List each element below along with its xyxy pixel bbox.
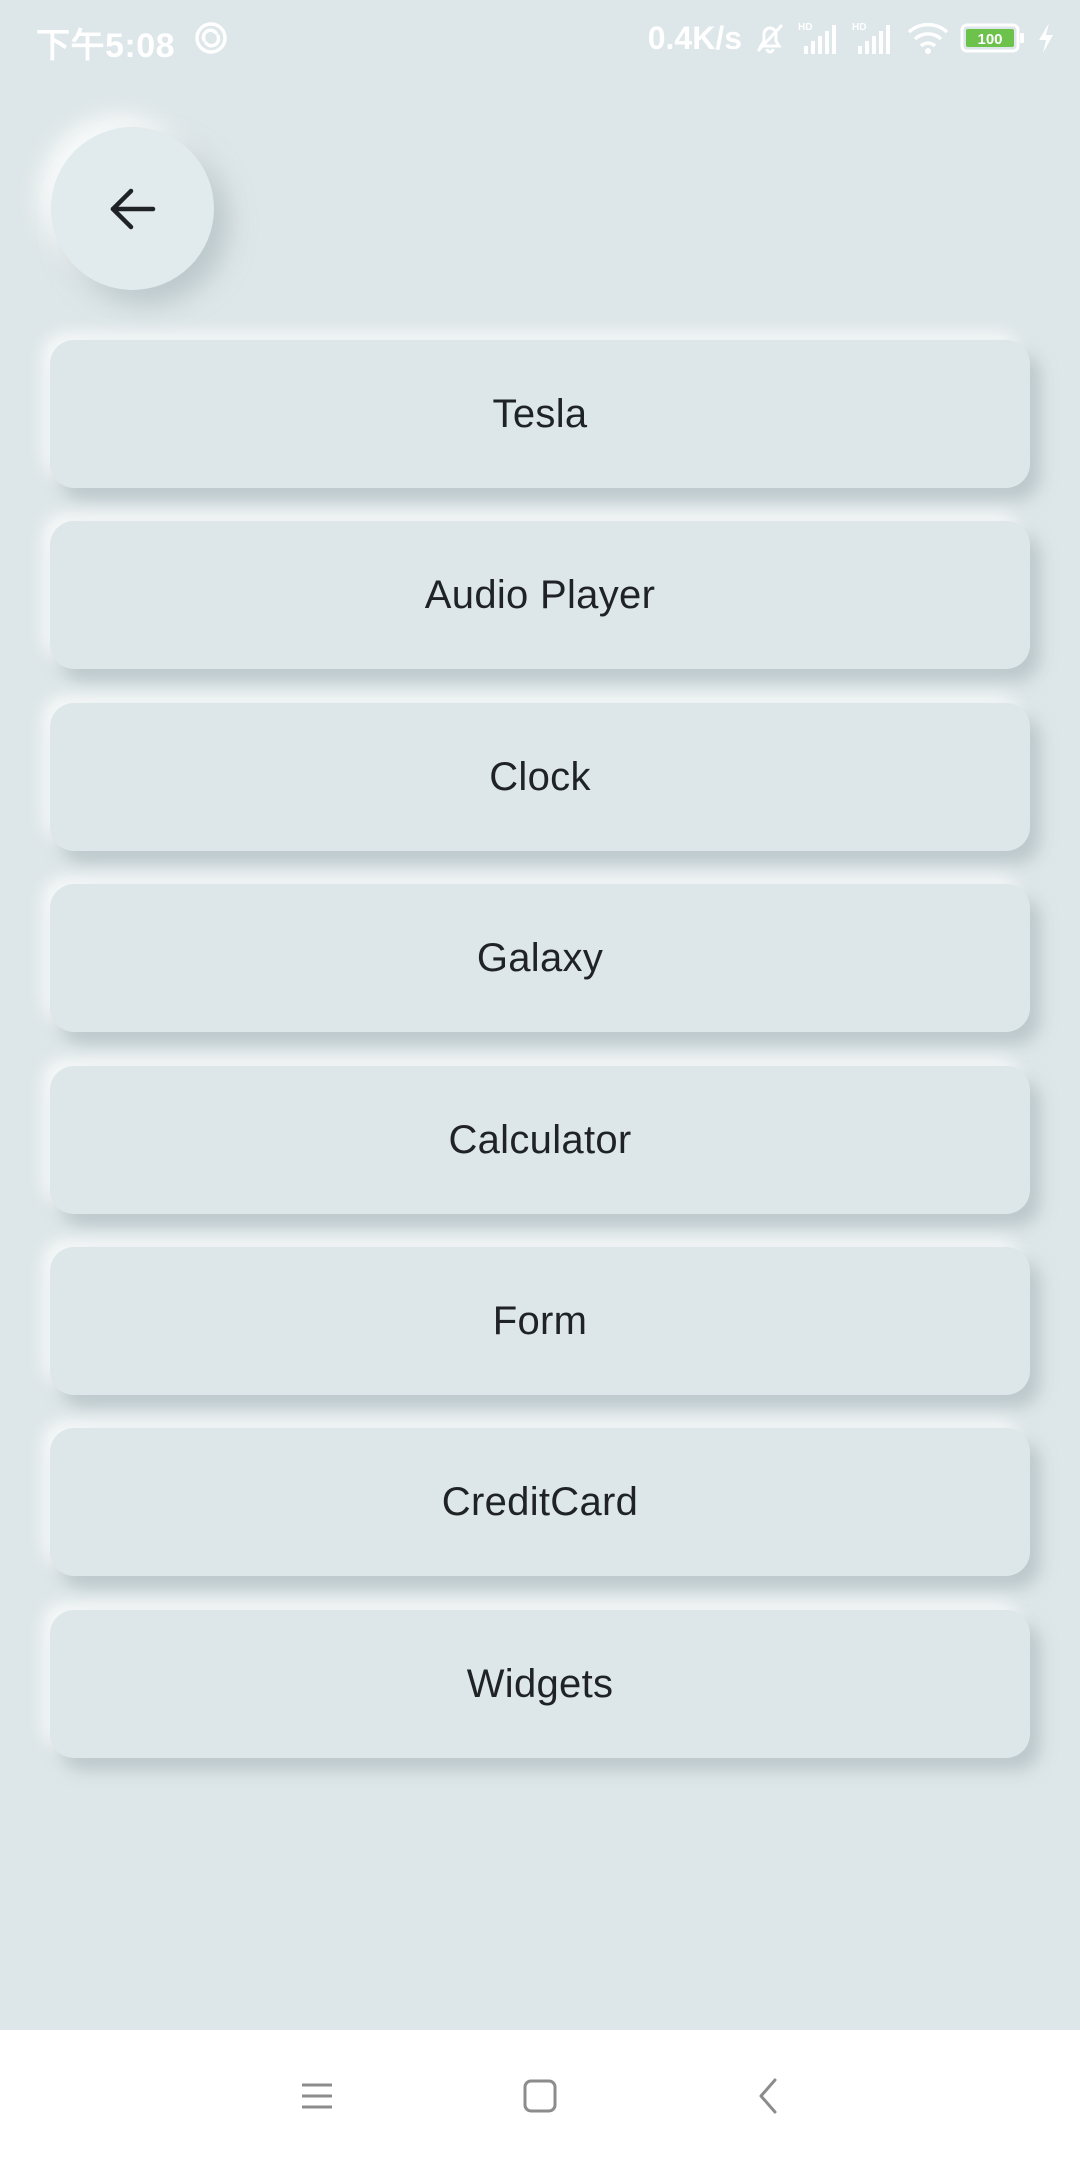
menu-item-widgets[interactable]: Widgets — [50, 1610, 1030, 1758]
menu-item-label: Clock — [489, 754, 591, 799]
menu-item-label: Tesla — [492, 391, 588, 436]
hd-signal-icon: HD — [852, 22, 890, 54]
status-bar: 下午5:08 0.4K/s HD HD 100 — [0, 0, 1080, 78]
app-screen: 下午5:08 0.4K/s HD HD 100 Tesla Audio Play… — [0, 0, 1080, 2160]
svg-text:HD: HD — [798, 22, 812, 33]
status-time: 下午5:08 — [36, 27, 176, 65]
menu-item-label: Form — [492, 1298, 588, 1343]
home-square-icon — [523, 2079, 557, 2113]
menu-item-clock[interactable]: Clock — [50, 703, 1030, 851]
svg-text:HD: HD — [852, 22, 866, 33]
menu-item-calculator[interactable]: Calculator — [50, 1066, 1030, 1214]
wifi-icon — [907, 22, 949, 54]
menu-icon — [302, 2083, 332, 2109]
menu-item-audio-player[interactable]: Audio Player — [50, 521, 1030, 669]
menu-item-label: Galaxy — [476, 935, 604, 980]
battery-level: 100 — [977, 31, 1002, 48]
back-button[interactable] — [51, 127, 214, 290]
menu-item-label: Calculator — [448, 1117, 632, 1162]
menu-item-form[interactable]: Form — [50, 1247, 1030, 1395]
recents-button[interactable] — [285, 2064, 349, 2128]
menu-item-label: CreditCard — [441, 1479, 639, 1524]
menu-item-galaxy[interactable]: Galaxy — [50, 884, 1030, 1032]
hd-signal-icon: HD — [798, 22, 836, 54]
menu-item-label: Audio Player — [424, 572, 656, 617]
menu-item-tesla[interactable]: Tesla — [50, 340, 1030, 488]
battery-icon: 100 — [960, 23, 1024, 53]
mute-icon — [756, 23, 784, 54]
menu-item-label: Widgets — [466, 1661, 614, 1706]
arrow-left-icon — [110, 188, 155, 229]
home-button[interactable] — [508, 2064, 572, 2128]
net-speed: 0.4K/s — [647, 19, 742, 56]
nav-back-button[interactable] — [736, 2064, 800, 2128]
sync-icon — [195, 22, 227, 54]
menu-item-creditcard[interactable]: CreditCard — [50, 1428, 1030, 1576]
back-chevron-icon — [759, 2078, 777, 2114]
navigation-bar — [0, 2030, 1080, 2160]
charging-icon — [1039, 23, 1053, 53]
status-icons: 0.4K/s HD HD 100 — [648, 16, 1056, 60]
